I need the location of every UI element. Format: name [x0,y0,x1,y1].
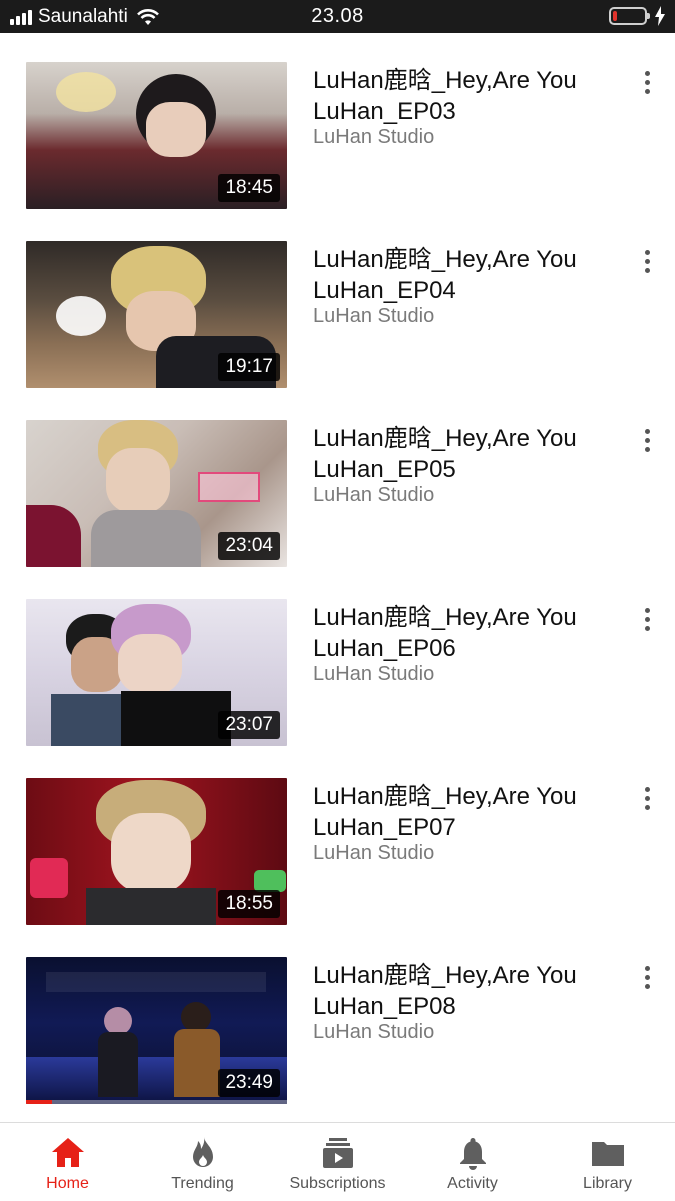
video-thumbnail[interactable]: 18:55 [26,778,287,925]
tab-home[interactable]: Home [0,1123,135,1201]
video-title[interactable]: LuHan鹿晗_Hey,Are You LuHan_EP05 [313,423,603,485]
folder-icon [591,1142,624,1166]
channel-name: LuHan Studio [313,305,435,327]
watch-progress-fill [26,1100,53,1104]
watch-progress-bar [26,1100,287,1104]
video-title[interactable]: LuHan鹿晗_Hey,Are You LuHan_EP06 [313,602,603,664]
battery-icon [609,7,650,25]
video-title[interactable]: LuHan鹿晗_Hey,Are You LuHan_EP08 [313,960,603,1022]
video-thumbnail[interactable]: 19:17 [26,241,287,388]
video-item[interactable]: 19:17 LuHan鹿晗_Hey,Are You LuHan_EP04 LuH… [0,212,675,391]
subscriptions-icon [322,1138,353,1168]
more-options-icon[interactable] [632,783,662,813]
channel-name: LuHan Studio [313,842,435,864]
video-thumbnail[interactable]: 23:49 [26,957,287,1104]
video-item[interactable]: 18:55 LuHan鹿晗_Hey,Are You LuHan_EP07 LuH… [0,749,675,928]
status-bar: Saunalahti 23.08 [0,0,675,33]
channel-name: LuHan Studio [313,484,435,506]
video-item[interactable]: 23:49 LuHan鹿晗_Hey,Are You LuHan_EP08 LuH… [0,928,675,1107]
tab-library[interactable]: Library [540,1123,675,1201]
channel-name: LuHan Studio [313,126,435,148]
video-title[interactable]: LuHan鹿晗_Hey,Are You LuHan_EP04 [313,244,603,306]
bell-icon [459,1138,486,1170]
more-options-icon[interactable] [632,962,662,992]
tab-trending-label: Trending [171,1175,234,1192]
video-item[interactable]: 23:04 LuHan鹿晗_Hey,Are You LuHan_EP05 LuH… [0,391,675,570]
video-item[interactable]: 23:07 LuHan鹿晗_Hey,Are You LuHan_EP06 LuH… [0,570,675,749]
tab-home-label: Home [46,1175,89,1192]
video-duration: 23:04 [218,532,280,560]
tab-library-label: Library [583,1175,632,1192]
more-options-icon[interactable] [632,425,662,455]
tab-activity-label: Activity [447,1175,498,1192]
video-thumbnail[interactable]: 23:04 [26,420,287,567]
charging-bolt-icon [655,6,665,26]
video-duration: 18:55 [218,890,280,918]
video-thumbnail[interactable]: 18:45 [26,62,287,209]
video-duration: 23:07 [218,711,280,739]
video-duration: 18:45 [218,174,280,202]
tab-subscriptions-label: Subscriptions [289,1175,386,1192]
bottom-navigation: Home Trending Subscriptions Activity Lib… [0,1122,675,1200]
video-duration: 23:49 [218,1069,280,1097]
video-title[interactable]: LuHan鹿晗_Hey,Are You LuHan_EP07 [313,781,603,843]
video-duration: 19:17 [218,353,280,381]
video-thumbnail[interactable]: 23:07 [26,599,287,746]
tab-subscriptions[interactable]: Subscriptions [270,1123,405,1201]
home-icon [51,1138,84,1167]
flame-icon [192,1137,213,1167]
status-time: 23.08 [311,5,364,27]
more-options-icon[interactable] [632,604,662,634]
tab-activity[interactable]: Activity [405,1123,540,1201]
channel-name: LuHan Studio [313,663,435,685]
video-title[interactable]: LuHan鹿晗_Hey,Are You LuHan_EP03 [313,65,603,127]
battery-level [613,11,617,21]
channel-name: LuHan Studio [313,1021,435,1043]
more-options-icon[interactable] [632,67,662,97]
more-options-icon[interactable] [632,246,662,276]
video-item[interactable]: 18:45 LuHan鹿晗_Hey,Are You LuHan_EP03 LuH… [0,33,675,212]
tab-trending[interactable]: Trending [135,1123,270,1201]
